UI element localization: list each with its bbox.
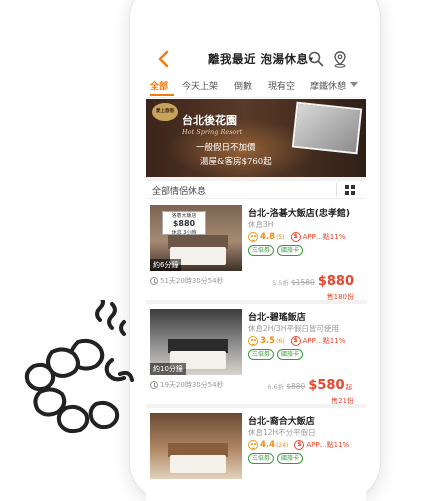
app-screen: 離我最近 泡湯休息▾ 全部 今天上架 倒數 現有空 摩鐵休憩 愛上旅宿 台北後花… bbox=[146, 42, 366, 501]
promo-text: APP…點11% bbox=[306, 441, 350, 449]
listing-card[interactable]: 約10分鐘 台北-碧瑤飯店 休息2H/3H平假日皆可使用 3.5 (6) $ A… bbox=[146, 304, 366, 408]
listing-photo: 洛碁大飯店 $880 休息 3小時 約6分鐘 bbox=[150, 205, 242, 271]
rating-score: 4.8 bbox=[260, 232, 276, 242]
countdown: 51天20時30分54秒 bbox=[150, 276, 224, 286]
rating-row: 4.8 (5) $ APP…點11% bbox=[248, 231, 345, 243]
voucher-tag: 三倍券 bbox=[248, 453, 275, 464]
promo-banner[interactable]: 愛上旅宿 台北後花園 Hot Spring Resort 一般假日不加價 湯屋&… bbox=[146, 99, 366, 177]
tab-motel-rest[interactable]: 摩鐵休憩 bbox=[310, 79, 346, 92]
voucher-tag: 三倍券 bbox=[248, 349, 275, 360]
price-suffix: 起 bbox=[345, 383, 353, 391]
listing-card[interactable]: 台北-裔合大飯店 休息12H不分平假日 4.4 (24) $ APP…點11% … bbox=[146, 408, 366, 501]
sale-price: $880 bbox=[317, 274, 354, 289]
tabs-expand-icon[interactable] bbox=[350, 82, 358, 87]
grid-view-icon[interactable] bbox=[344, 184, 356, 196]
page-title: 離我最近 泡湯休息 bbox=[208, 52, 309, 66]
original-price: $1580 bbox=[290, 278, 315, 287]
listing-name: 台北-碧瑤飯店 bbox=[248, 313, 306, 323]
voucher-tag: 三倍券 bbox=[248, 245, 275, 256]
rate-sign: 洛碁大飯店 $880 休息 3小時 bbox=[162, 211, 206, 236]
smiley-icon bbox=[248, 440, 258, 450]
listing-card[interactable]: 洛碁大飯店 $880 休息 3小時 約6分鐘 台北-洛碁大飯店(忠孝館) 休息3… bbox=[146, 200, 366, 304]
listing-name: 台北-裔合大飯店 bbox=[248, 417, 315, 427]
sale-price: $580 bbox=[308, 378, 345, 393]
tag-row: 三倍券 國旅卡 bbox=[248, 349, 306, 360]
category-tabs: 全部 今天上架 倒數 現有空 摩鐵休憩 bbox=[146, 76, 366, 98]
tab-countdown[interactable]: 倒數 bbox=[234, 79, 252, 92]
location-filter-dropdown[interactable]: 離我最近 泡湯休息▾ bbox=[208, 51, 314, 67]
price-row: 5.5折 $1580 $880 bbox=[272, 274, 354, 289]
listing-desc: 休息2H/3H平假日皆可使用 bbox=[248, 324, 339, 333]
price-row: 6.6折 $880 $580 起 bbox=[267, 378, 354, 393]
hot-spring-stones-icon bbox=[24, 300, 134, 434]
travel-card-tag: 國旅卡 bbox=[277, 245, 304, 256]
rating-score: 3.5 bbox=[260, 336, 276, 346]
banner-subtitle: Hot Spring Resort bbox=[182, 128, 243, 136]
cashback-icon: $ bbox=[290, 232, 301, 242]
rating-count: (6) bbox=[276, 337, 285, 345]
listing-desc: 休息3H bbox=[248, 220, 274, 229]
map-pin-icon[interactable] bbox=[330, 49, 350, 69]
active-tab-indicator bbox=[150, 94, 174, 96]
rating-count: (24) bbox=[276, 441, 289, 449]
countdown: 19天20時30分54秒 bbox=[150, 380, 224, 390]
banner-offer-line: 一般假日不加價 bbox=[196, 143, 256, 153]
banner-badge: 愛上旅宿 bbox=[152, 103, 178, 121]
travel-card-tag: 國旅卡 bbox=[277, 349, 304, 360]
divider bbox=[146, 198, 366, 199]
original-price: $880 bbox=[286, 382, 306, 391]
smiley-icon bbox=[248, 232, 258, 242]
tab-today[interactable]: 今天上架 bbox=[182, 79, 218, 92]
tag-row: 三倍券 國旅卡 bbox=[248, 453, 306, 464]
back-arrow-icon[interactable] bbox=[154, 48, 174, 70]
cashback-icon: $ bbox=[290, 336, 301, 346]
tag-row: 三倍券 國旅卡 bbox=[248, 245, 306, 256]
clock-icon bbox=[150, 277, 158, 285]
search-icon[interactable] bbox=[306, 49, 326, 69]
distance-tag: 約10分鐘 bbox=[150, 363, 186, 375]
smiley-icon bbox=[248, 336, 258, 346]
listing-photo: 約10分鐘 bbox=[150, 309, 242, 375]
listing-desc: 休息12H不分平假日 bbox=[248, 428, 316, 437]
divider bbox=[336, 183, 337, 196]
travel-card-tag: 國旅卡 bbox=[277, 453, 304, 464]
banner-title: 台北後花園 bbox=[182, 114, 237, 127]
cashback-icon: $ bbox=[294, 440, 305, 450]
distance-tag: 約6分鐘 bbox=[150, 259, 182, 271]
rating-row: 3.5 (6) $ APP…點11% bbox=[248, 335, 345, 347]
discount-rate: 6.6折 bbox=[267, 383, 285, 391]
listing-photo bbox=[150, 413, 242, 479]
section-title: 全部情侶休息 bbox=[152, 187, 207, 197]
discount-rate: 5.5折 bbox=[272, 279, 289, 287]
rating-row: 4.4 (24) $ APP…點11% bbox=[248, 439, 349, 451]
rating-count: (5) bbox=[276, 233, 285, 241]
promo-text: APP…點11% bbox=[302, 337, 346, 345]
rating-score: 4.4 bbox=[260, 440, 276, 450]
banner-photo bbox=[291, 101, 363, 155]
promo-text: APP…點11% bbox=[302, 233, 346, 241]
listing-name: 台北-洛碁大飯店(忠孝館) bbox=[248, 209, 350, 219]
tab-all[interactable]: 全部 bbox=[150, 79, 168, 92]
tab-available-now[interactable]: 現有空 bbox=[268, 79, 295, 92]
clock-icon bbox=[150, 381, 158, 389]
banner-price-line: 湯屋&客房$760起 bbox=[200, 157, 272, 167]
top-bar: 離我最近 泡湯休息▾ bbox=[146, 42, 366, 76]
divider bbox=[146, 177, 366, 181]
